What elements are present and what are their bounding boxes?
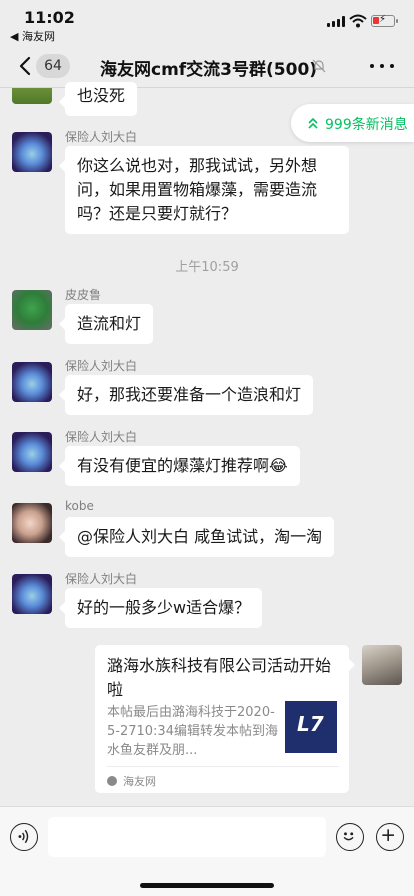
message-bubble: 也没死 xyxy=(58,82,138,116)
message-bubble: 你这么说也对，那我试试，另外想问，如果用置物箱爆藻，需要造流吗？还是只要灯就行？ xyxy=(59,146,349,234)
message-text: 造流和灯 xyxy=(77,314,142,333)
my-avatar[interactable] xyxy=(362,645,402,685)
card-divider xyxy=(107,766,339,767)
voice-icon xyxy=(18,829,29,844)
sender-name: 保险人刘大白 xyxy=(65,130,138,144)
double-up-arrow-icon xyxy=(308,117,318,129)
avatar[interactable] xyxy=(12,132,52,172)
message-bubble: @保险人刘大白 咸鱼试试，淘一淘 xyxy=(58,517,335,557)
card-thumb-logo: L7 xyxy=(297,712,324,736)
card-source: 海友网 xyxy=(123,775,156,788)
home-indicator[interactable] xyxy=(140,883,274,888)
message-input[interactable] xyxy=(48,817,326,857)
sender-name: 皮皮鲁 xyxy=(65,288,102,302)
message-text: 你这么说也对，那我试试，另外想问，如果用置物箱爆藻，需要造流吗？还是只要灯就行？ xyxy=(77,156,318,223)
status-time: 11:02 xyxy=(24,8,75,27)
time-separator: 上午10:59 xyxy=(175,260,239,275)
emoji-icon xyxy=(343,832,354,841)
message-bubble: 好的一般多少w适合爆？ xyxy=(58,588,263,628)
message-text: 好，那我还要准备一个造浪和灯 xyxy=(77,385,302,404)
avatar[interactable] xyxy=(12,574,52,614)
message-bubble: 有没有便宜的爆藻灯推荐啊😂 xyxy=(59,446,300,486)
avatar[interactable] xyxy=(12,290,52,330)
message-text: 有没有便宜的爆藻灯推荐啊😂 xyxy=(77,456,288,475)
voice-button[interactable] xyxy=(10,823,38,851)
avatar[interactable] xyxy=(12,432,52,472)
card-thumbnail: L7 xyxy=(285,701,337,753)
new-messages-pill[interactable]: 999条新消息 xyxy=(291,104,414,142)
source-app-icon xyxy=(107,776,117,786)
plus-icon xyxy=(382,829,394,841)
plus-button[interactable] xyxy=(376,823,404,851)
emoji-button[interactable] xyxy=(336,823,364,851)
back-to-app-link[interactable]: ◀ 海友网 xyxy=(10,28,55,44)
unread-count-badge: 64 xyxy=(36,54,70,78)
battery-icon: ⚡ xyxy=(371,14,398,27)
sender-name: kobe xyxy=(65,499,94,513)
chevron-left-icon xyxy=(19,56,31,76)
signal-icon xyxy=(327,16,345,27)
card-description: 本帖最后由潞海科技于2020-5-2710:34编辑转发本帖到海水鱼友群及朋..… xyxy=(107,705,278,758)
link-card[interactable]: 潞海水族科技有限公司活动开始啦 本帖最后由潞海科技于2020-5-2710:34… xyxy=(95,645,355,793)
sender-name: 保险人刘大白 xyxy=(65,572,138,586)
card-title: 潞海水族科技有限公司活动开始啦 xyxy=(107,656,332,699)
avatar[interactable] xyxy=(12,503,52,543)
status-bar: 11:02 ◀ 海友网 ⚡ xyxy=(0,0,414,44)
message-bubble: 好，那我还要准备一个造浪和灯 xyxy=(58,375,314,415)
sender-name: 保险人刘大白 xyxy=(65,430,138,444)
more-button[interactable] xyxy=(368,54,396,78)
bell-off-icon xyxy=(312,59,326,73)
avatar[interactable] xyxy=(12,362,52,402)
message-text: 也没死 xyxy=(77,86,126,105)
wifi-icon xyxy=(349,14,367,28)
input-bar xyxy=(0,806,414,896)
avatar[interactable] xyxy=(12,88,52,104)
nav-bar: 64 海友网cmf交流3号群(500) xyxy=(0,44,414,88)
message-text: @保险人刘大白 咸鱼试试，淘一淘 xyxy=(77,527,323,546)
new-messages-label: 999条新消息 xyxy=(325,117,408,133)
message-bubble: 造流和灯 xyxy=(58,304,154,344)
message-text: 好的一般多少w适合爆？ xyxy=(77,598,251,617)
chat-title: 海友网cmf交流3号群(500) xyxy=(100,60,318,80)
sender-name: 保险人刘大白 xyxy=(65,359,138,373)
back-button[interactable]: 64 xyxy=(12,52,72,80)
